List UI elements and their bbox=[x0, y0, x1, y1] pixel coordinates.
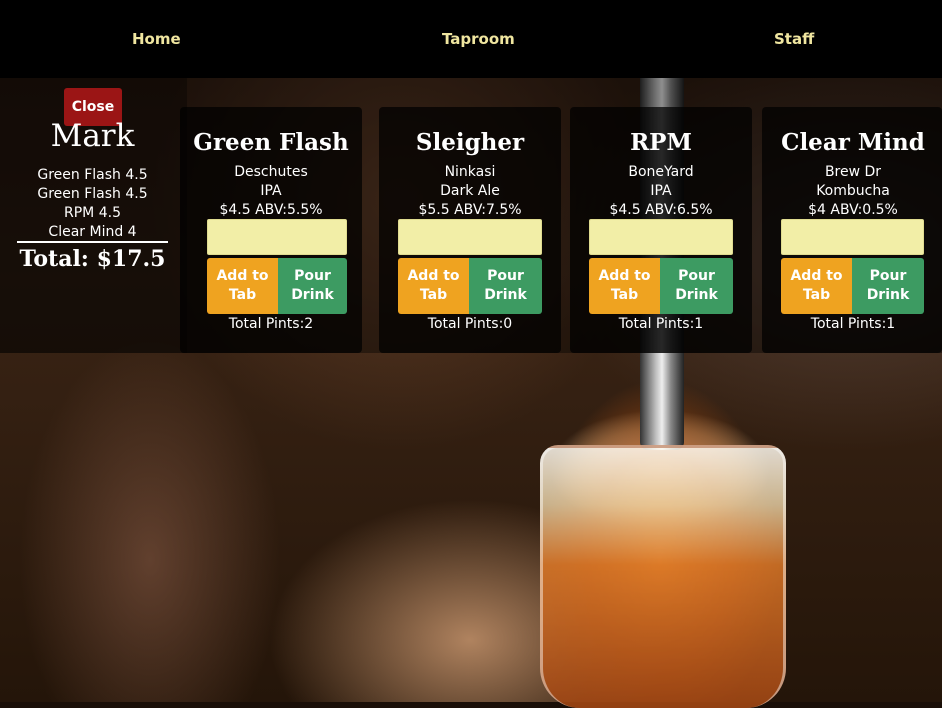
pour-drink-button[interactable]: Pour Drink bbox=[278, 258, 347, 314]
beer-brewery: BoneYard bbox=[628, 164, 694, 180]
beer-brewery: Ninkasi bbox=[444, 164, 496, 180]
beer-name: Sleigher bbox=[415, 129, 525, 156]
add-to-tab-button[interactable]: Add to Tab bbox=[398, 258, 469, 314]
pour-drink-button[interactable]: Pour Drink bbox=[660, 258, 733, 314]
total-pints: Total Pints:0 bbox=[427, 316, 513, 332]
beer-style: Dark Ale bbox=[440, 183, 500, 199]
pint-quantity-input[interactable] bbox=[207, 219, 347, 255]
add-label: Tab bbox=[802, 287, 831, 303]
pour-label: Pour bbox=[678, 268, 715, 284]
pint-quantity-input[interactable] bbox=[589, 219, 733, 255]
add-to-tab-button[interactable]: Add to Tab bbox=[781, 258, 852, 314]
beer-price-abv: $4 ABV:0.5% bbox=[808, 202, 898, 218]
beer-brewery: Deschutes bbox=[234, 164, 308, 180]
add-to-tab-button[interactable]: Add to Tab bbox=[207, 258, 278, 314]
total-pints: Total Pints:1 bbox=[618, 316, 704, 332]
beer-glass bbox=[540, 445, 786, 708]
add-label: Add to bbox=[407, 268, 460, 284]
pour-label: Drink bbox=[484, 287, 527, 303]
pour-label: Pour bbox=[294, 268, 331, 284]
add-label: Tab bbox=[610, 287, 639, 303]
tab-item: Clear Mind 4 bbox=[48, 224, 137, 240]
add-label: Add to bbox=[598, 268, 651, 284]
beer-name: RPM bbox=[630, 129, 692, 156]
beer-price-abv: $5.5 ABV:7.5% bbox=[418, 202, 522, 218]
beer-card: Clear Mind Brew Dr Kombucha $4 ABV:0.5% … bbox=[762, 107, 942, 353]
pour-label: Drink bbox=[675, 287, 718, 303]
beer-style: IPA bbox=[260, 183, 282, 199]
pint-quantity-input[interactable] bbox=[398, 219, 542, 255]
beer-card: Green Flash Deschutes IPA $4.5 ABV:5.5% … bbox=[180, 107, 362, 353]
beer-brewery: Brew Dr bbox=[824, 164, 882, 180]
beer-style: Kombucha bbox=[816, 183, 890, 199]
beer-card: Sleigher Ninkasi Dark Ale $5.5 ABV:7.5% … bbox=[379, 107, 561, 353]
customer-name: Mark bbox=[50, 118, 135, 154]
beer-price-abv: $4.5 ABV:5.5% bbox=[219, 202, 323, 218]
add-label: Tab bbox=[228, 287, 257, 303]
pour-label: Pour bbox=[869, 268, 907, 284]
tab-total: Total: $17.5 bbox=[19, 246, 166, 272]
top-nav: Home Taproom Staff bbox=[0, 0, 942, 78]
add-label: Add to bbox=[790, 268, 843, 284]
pint-quantity-input[interactable] bbox=[781, 219, 924, 255]
pour-label: Drink bbox=[866, 287, 910, 303]
add-label: Tab bbox=[419, 287, 448, 303]
nav-taproom[interactable]: Taproom bbox=[442, 30, 515, 48]
total-pints: Total Pints:2 bbox=[228, 316, 314, 332]
tab-items-list: Green Flash 4.5 Green Flash 4.5 RPM 4.5 … bbox=[0, 166, 185, 242]
total-pints: Total Pints:1 bbox=[810, 316, 896, 332]
add-to-tab-button[interactable]: Add to Tab bbox=[589, 258, 660, 314]
pour-drink-button[interactable]: Pour Drink bbox=[469, 258, 542, 314]
beer-card: RPM BoneYard IPA $4.5 ABV:6.5% Add to Tab… bbox=[570, 107, 752, 353]
add-label: Add to bbox=[216, 268, 269, 284]
nav-staff[interactable]: Staff bbox=[774, 30, 814, 48]
pour-label: Pour bbox=[487, 268, 524, 284]
beer-style: IPA bbox=[650, 183, 672, 199]
beer-name: Green Flash bbox=[193, 129, 349, 156]
beer-price-abv: $4.5 ABV:6.5% bbox=[609, 202, 713, 218]
tab-divider bbox=[17, 241, 168, 243]
nav-home[interactable]: Home bbox=[132, 30, 181, 48]
tab-item: Green Flash 4.5 bbox=[37, 186, 148, 202]
tab-item: RPM 4.5 bbox=[64, 205, 121, 221]
pour-label: Drink bbox=[291, 287, 334, 303]
pour-drink-button[interactable]: Pour Drink bbox=[852, 258, 924, 314]
tab-item: Green Flash 4.5 bbox=[37, 167, 148, 183]
beer-name: Clear Mind bbox=[781, 129, 925, 156]
